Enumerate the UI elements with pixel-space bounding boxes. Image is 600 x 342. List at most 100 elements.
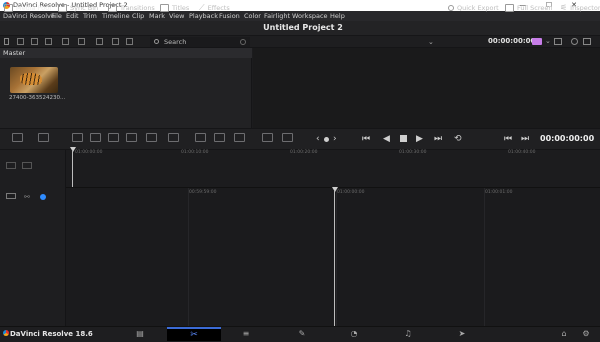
settings-gear-icon[interactable]: ⚙	[580, 330, 592, 338]
import-icon[interactable]	[96, 38, 103, 45]
track-enable-dot[interactable]	[40, 194, 46, 200]
clip-thumbnail-image	[20, 73, 42, 85]
cut-page-icon[interactable]: ✂	[167, 327, 221, 341]
append-icon[interactable]	[90, 133, 101, 142]
overview-ruler[interactable]: 01:00:00:00 01:00:10:00 01:00:20:00 01:0…	[67, 150, 600, 158]
menu-edit[interactable]: Edit	[66, 12, 79, 20]
viewer-options-chevron-icon[interactable]: ⌄	[428, 38, 434, 46]
clip-color-icon[interactable]	[532, 38, 542, 45]
timeline-detail[interactable]	[66, 188, 600, 326]
timeline-options-icon[interactable]	[282, 133, 293, 142]
place-on-top-icon[interactable]	[146, 133, 157, 142]
inspector-icon: ⚟	[560, 3, 568, 12]
stop-icon[interactable]	[400, 135, 407, 142]
effects-wand-icon: ⟋	[199, 2, 205, 12]
sort-icon[interactable]	[45, 38, 52, 45]
trim-icon[interactable]	[214, 133, 225, 142]
full-screen-button[interactable]: Full Screen	[505, 2, 553, 13]
fusion-page-icon[interactable]: ✎	[296, 330, 308, 338]
export-icon	[448, 4, 454, 11]
clip-color-chevron-icon[interactable]: ⌄	[545, 37, 551, 45]
overview-tick: 01:00:10:00	[181, 150, 209, 155]
ripple-overwrite-icon[interactable]	[108, 133, 119, 142]
redo-tool-icon[interactable]	[38, 133, 49, 142]
search-field[interactable]: Search	[150, 37, 250, 47]
play-icon[interactable]: ▶	[416, 135, 423, 144]
loop-icon[interactable]: ⟲	[454, 135, 462, 144]
sort-order-icon[interactable]	[126, 38, 133, 45]
davinci-resolve-logo-icon	[3, 330, 9, 336]
menu-workspace[interactable]: Workspace	[292, 12, 328, 20]
deliver-page-icon[interactable]: ➤	[456, 330, 468, 338]
color-page-icon[interactable]: ◔	[348, 330, 360, 338]
clip-thumbnail[interactable]	[10, 67, 58, 93]
source-tape-icon[interactable]	[262, 133, 273, 142]
metadata-view-icon[interactable]	[62, 38, 69, 45]
menu-file[interactable]: File	[51, 12, 62, 20]
search-label: Search	[164, 38, 187, 46]
inspector-button[interactable]: ⚟ Inspector	[560, 2, 600, 13]
viewer-panel[interactable]	[253, 48, 600, 128]
menu-trim[interactable]: Trim	[83, 12, 97, 20]
sync-bin-label: Sync Bin	[70, 3, 99, 12]
bin-list-icon[interactable]	[112, 38, 119, 45]
detail-playhead-head[interactable]	[332, 187, 338, 192]
track-lock-icon[interactable]	[6, 162, 16, 169]
settings-dial-icon[interactable]	[571, 38, 578, 45]
sync-bin-button[interactable]: Sync Bin	[58, 2, 98, 13]
fairlight-page-icon[interactable]: ♫	[402, 330, 414, 338]
source-overwrite-icon[interactable]	[168, 133, 179, 142]
titles-button[interactable]: Titles	[160, 2, 189, 13]
menu-timeline[interactable]: Timeline	[102, 12, 130, 20]
view-options-icon[interactable]	[583, 38, 591, 45]
menu-help[interactable]: Help	[330, 12, 345, 20]
gridline	[188, 188, 189, 326]
panel-toggle-icon[interactable]	[4, 38, 9, 45]
split-icon[interactable]	[195, 133, 206, 142]
close-up-icon[interactable]	[126, 133, 137, 142]
brand-label: DaVinci Resolve 18.6	[10, 330, 93, 338]
go-to-start-icon[interactable]: ⏮	[362, 135, 370, 144]
overview-tick: 01:00:00:00	[75, 150, 103, 155]
menu-view[interactable]: View	[169, 12, 184, 20]
transitions-icon	[108, 3, 117, 12]
media-page-icon[interactable]: ▤	[134, 330, 146, 338]
menu-davinci-resolve[interactable]: DaVinci Resolve	[3, 12, 55, 20]
master-bin-label[interactable]: Master	[0, 48, 252, 58]
detail-tick: 01:00:00:00	[337, 190, 365, 195]
menu-color[interactable]: Color	[244, 12, 261, 20]
media-pool-button[interactable]: Media Pool	[4, 2, 51, 13]
previous-edit-icon[interactable]: ⏮	[504, 135, 512, 144]
home-icon[interactable]: ⌂	[558, 330, 570, 338]
list-view-icon[interactable]	[31, 38, 38, 45]
effects-label: Effects	[207, 3, 230, 12]
transitions-button[interactable]: Transitions	[108, 2, 155, 13]
undo-tool-icon[interactable]	[12, 133, 23, 142]
thumbnail-view-icon[interactable]	[17, 38, 24, 45]
menu-fusion[interactable]: Fusion	[219, 12, 240, 20]
previous-marker-icon[interactable]: ‹	[316, 135, 320, 144]
transition-icon[interactable]	[234, 133, 245, 142]
safe-area-icon[interactable]	[240, 39, 246, 45]
quick-export-button[interactable]: Quick Export	[448, 2, 499, 13]
menu-fairlight[interactable]: Fairlight	[264, 12, 290, 20]
effects-button[interactable]: ⟋ Effects	[199, 2, 230, 13]
menu-mark[interactable]: Mark	[149, 12, 165, 20]
full-screen-label: Full Screen	[517, 3, 553, 12]
edit-page-icon[interactable]: ≡	[240, 330, 252, 338]
overview-tick: 01:00:20:00	[290, 150, 318, 155]
go-to-end-icon[interactable]: ⏭	[434, 135, 442, 144]
track-view-icon[interactable]	[22, 162, 32, 169]
track-video-icon[interactable]	[6, 193, 16, 199]
menu-clip[interactable]: Clip	[132, 12, 144, 20]
play-reverse-icon[interactable]: ◀	[383, 135, 390, 144]
menu-playback[interactable]: Playback	[189, 12, 218, 20]
storyboard-view-icon[interactable]	[78, 38, 85, 45]
next-marker-icon[interactable]: ›	[333, 135, 337, 144]
marker-dot-icon[interactable]	[324, 137, 329, 142]
overview-playhead-head[interactable]	[70, 147, 76, 152]
smart-insert-icon[interactable]	[72, 133, 83, 142]
next-edit-icon[interactable]: ⏭	[521, 135, 529, 144]
audio-meter-icon[interactable]	[554, 38, 562, 45]
track-audio-icon[interactable]: ⚯	[24, 193, 30, 201]
